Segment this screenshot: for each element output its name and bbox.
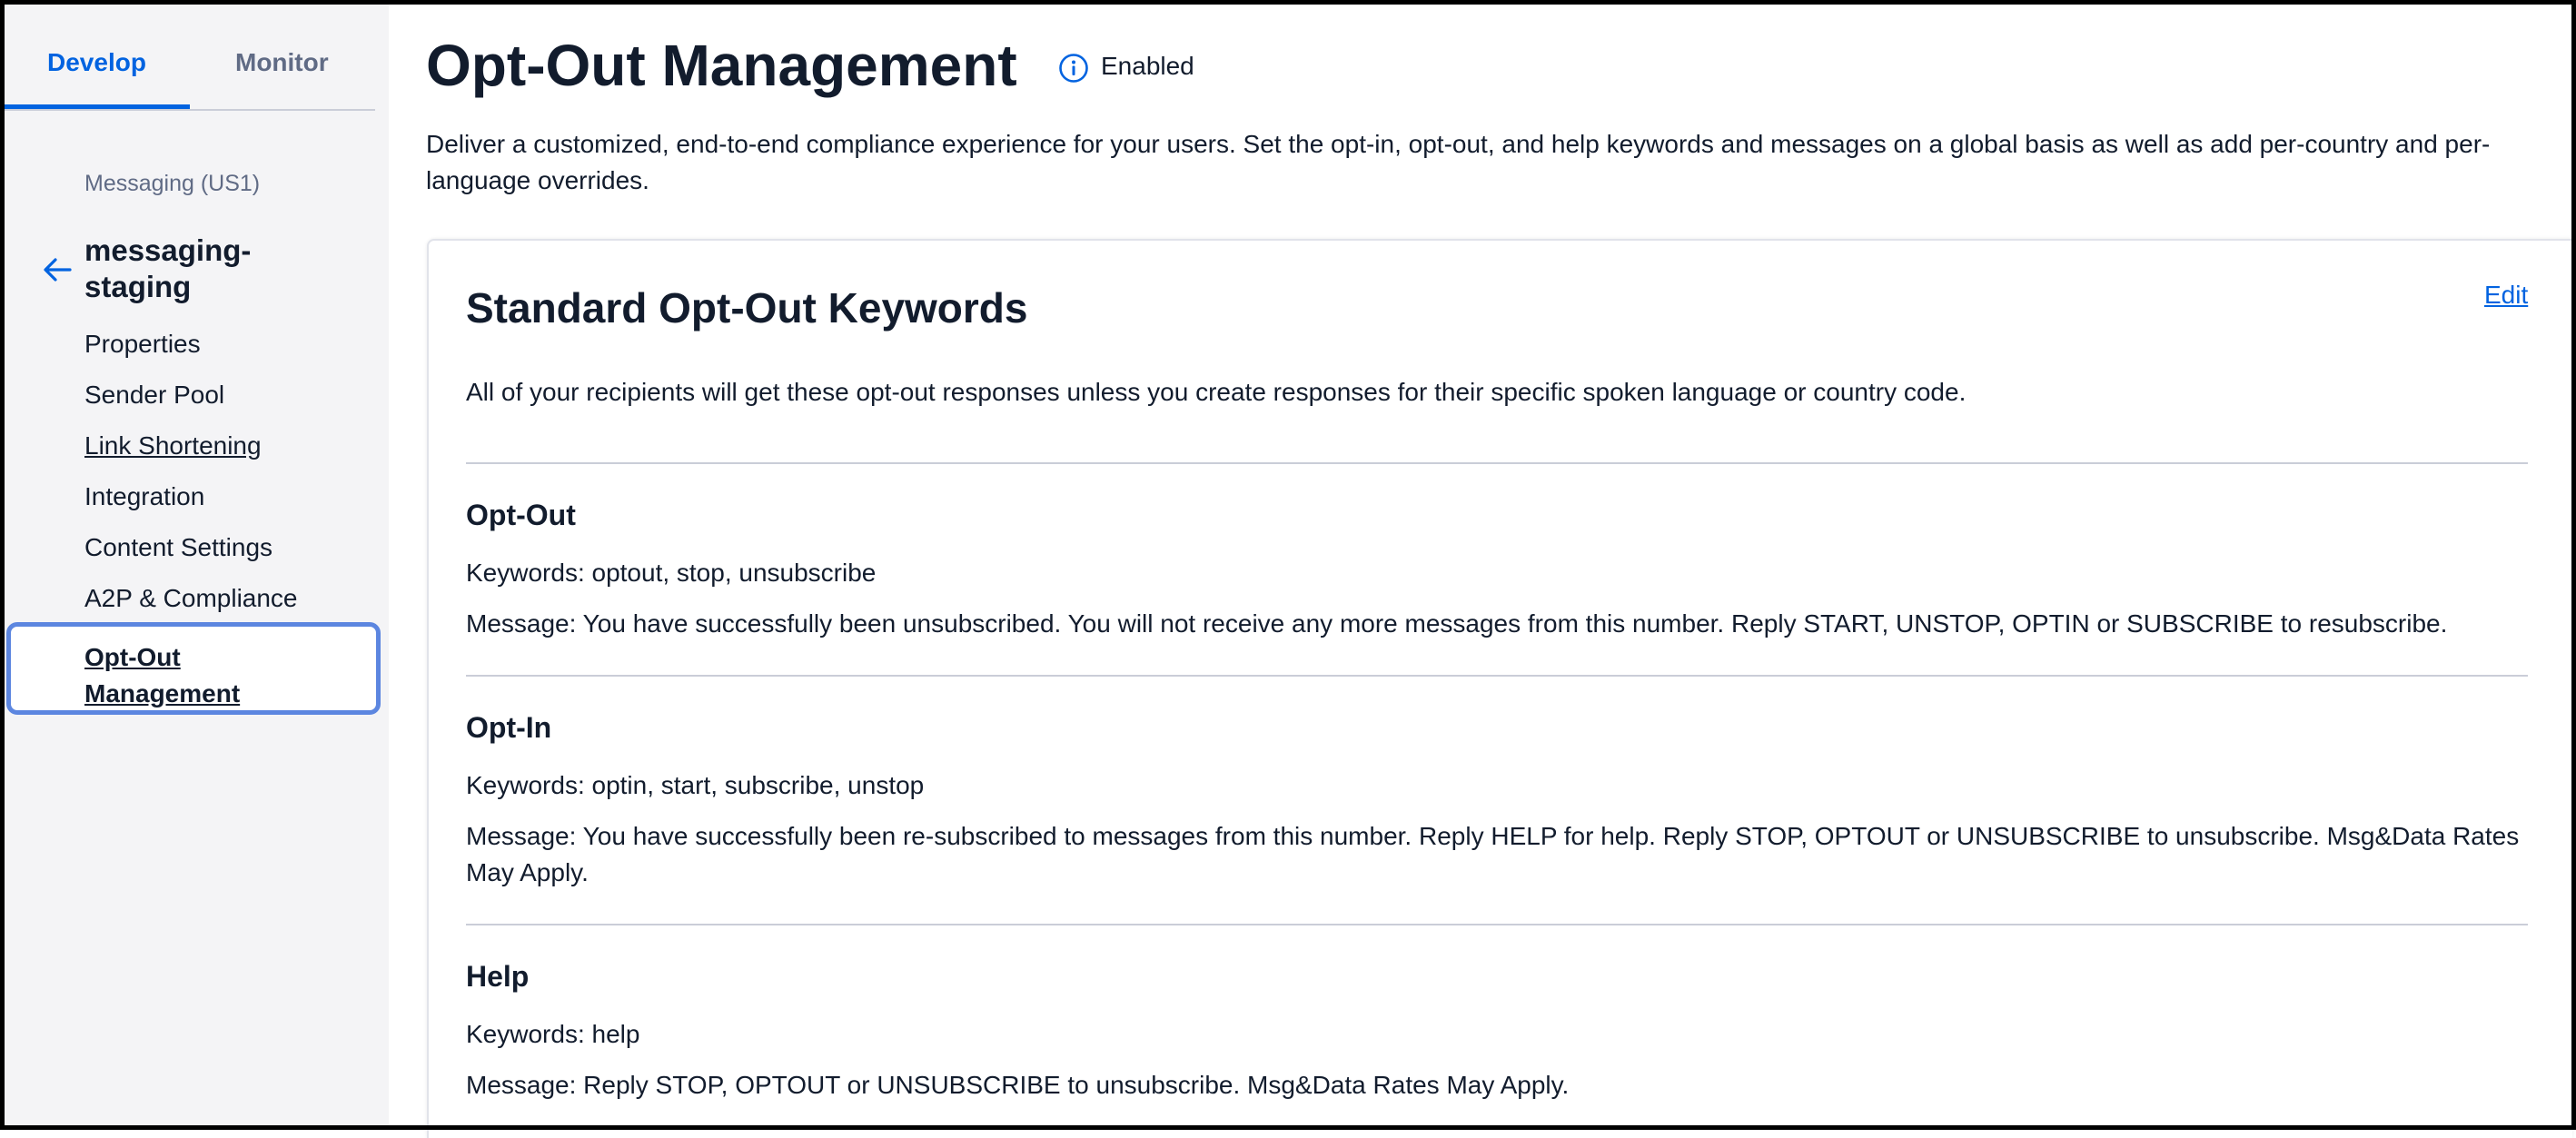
- section-keywords-help: Keywords: help: [466, 1020, 640, 1048]
- main-content: Opt-Out Management Enabled Deliver a cus…: [389, 5, 2572, 1138]
- status-badge: Enabled: [1101, 52, 1194, 80]
- sidebar-item-a2p-compliance[interactable]: A2P & Compliance: [84, 584, 298, 613]
- active-tab-indicator: [5, 104, 190, 109]
- info-icon[interactable]: [1057, 52, 1090, 84]
- divider: [466, 462, 2528, 464]
- card-title: Standard Opt-Out Keywords: [466, 284, 1028, 332]
- section-title-opt-out: Opt-Out: [466, 499, 576, 531]
- tab-monitor[interactable]: Monitor: [235, 48, 329, 77]
- standard-keywords-card: Standard Opt-Out Keywords Edit All of yo…: [427, 239, 2572, 1138]
- card-description: All of your recipients will get these op…: [466, 378, 1967, 406]
- back-arrow-icon[interactable]: [39, 252, 75, 288]
- section-title-help: Help: [466, 960, 530, 993]
- service-region-label: Messaging (US1): [84, 171, 261, 196]
- sidebar-item-properties[interactable]: Properties: [84, 330, 201, 359]
- section-message-opt-in: Message: You have successfully been re-s…: [466, 822, 2520, 886]
- section-message-opt-out: Message: You have successfully been unsu…: [466, 609, 2448, 638]
- section-message-help: Message: Reply STOP, OPTOUT or UNSUBSCRI…: [466, 1071, 1570, 1099]
- page-title: Opt-Out Management: [426, 33, 1017, 98]
- sidebar-item-label: Opt-Out Management: [84, 643, 241, 708]
- divider: [466, 675, 2528, 677]
- edit-link[interactable]: Edit: [2484, 281, 2528, 310]
- section-keywords-opt-in: Keywords: optin, start, subscribe, unsto…: [466, 771, 925, 799]
- page-description: Deliver a customized, end-to-end complia…: [426, 130, 2491, 194]
- sidebar-item-sender-pool[interactable]: Sender Pool: [84, 381, 224, 410]
- tab-develop[interactable]: Develop: [47, 48, 146, 77]
- divider: [466, 924, 2528, 925]
- section-title-opt-in: Opt-In: [466, 711, 552, 744]
- sidebar-item-integration[interactable]: Integration: [84, 482, 204, 511]
- service-name: messaging-staging: [84, 233, 252, 303]
- sidebar-item-content-settings[interactable]: Content Settings: [84, 533, 272, 562]
- sidebar-item-opt-out-management[interactable]: Opt-Out Management: [6, 622, 381, 715]
- section-keywords-opt-out: Keywords: optout, stop, unsubscribe: [466, 559, 877, 587]
- sidebar-item-link-shortening[interactable]: Link Shortening: [84, 431, 262, 460]
- sidebar: Develop Monitor Messaging (US1) messagin…: [5, 5, 389, 1125]
- sidebar-tabs: Develop Monitor: [5, 5, 375, 111]
